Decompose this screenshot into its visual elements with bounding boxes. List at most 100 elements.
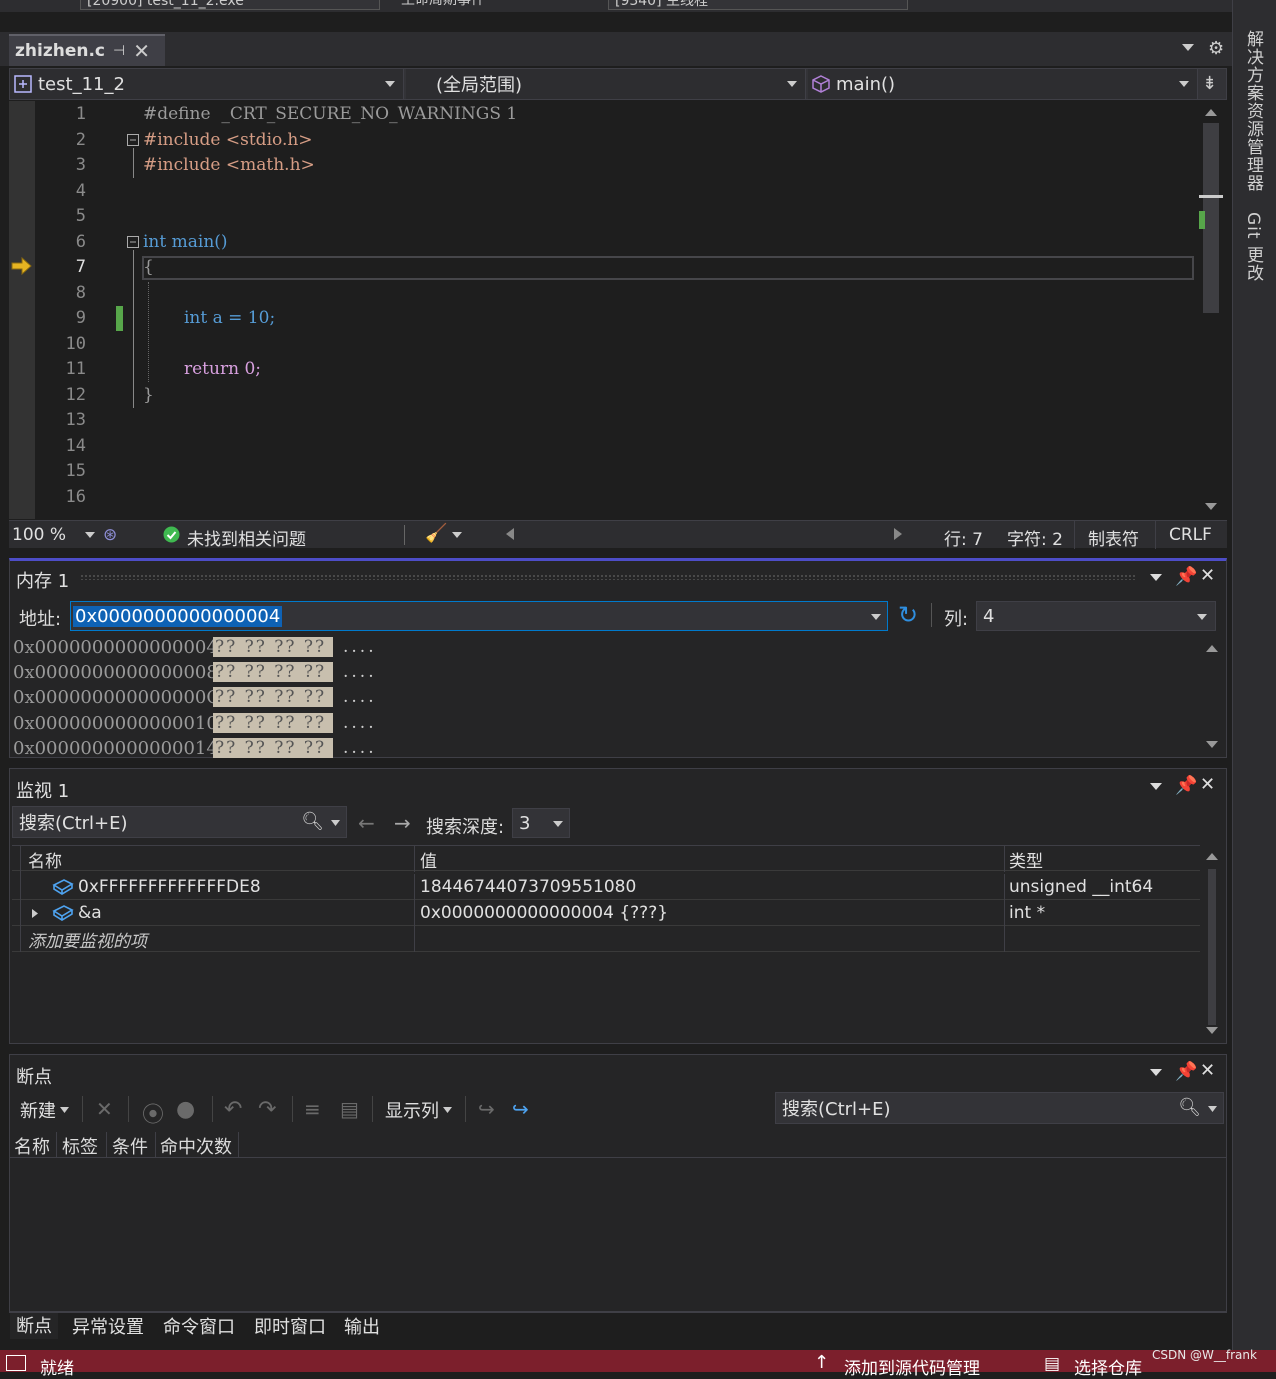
editor-tab[interactable]: zhizhen.c ⊣ ✕ [9, 34, 165, 66]
code-line-9[interactable]: int a = 10; [184, 308, 275, 328]
code-line-12[interactable]: } [143, 385, 154, 405]
back-arrow-icon[interactable]: ← [358, 811, 375, 835]
column-value-header[interactable]: 值 [420, 846, 437, 872]
address-input[interactable]: 0x0000000000000004 [70, 601, 888, 631]
memory-bytes[interactable]: ?? ?? ?? ?? [213, 662, 333, 682]
go-to-disassembly-icon[interactable]: ↪ [512, 1097, 529, 1121]
export-icon[interactable]: ≡ [304, 1097, 321, 1121]
close-icon[interactable]: ✕ [1200, 774, 1215, 795]
pin-icon[interactable]: 📌 [1175, 775, 1197, 796]
issues-status[interactable]: 未找到相关问题 [187, 525, 306, 550]
select-repo-button[interactable]: 选择仓库 [1074, 1354, 1142, 1379]
tab-output[interactable]: 输出 [338, 1313, 386, 1339]
window-menu-icon[interactable] [1150, 783, 1162, 791]
watch-name[interactable]: 0xFFFFFFFFFFFFFDE8 [78, 874, 261, 900]
intellicode-icon[interactable]: ⊛ [103, 525, 117, 545]
bp-column-condition[interactable]: 条件 [112, 1133, 148, 1159]
watch-value[interactable]: 0x0000000000000004 {???} [420, 900, 668, 926]
tab-exception-settings[interactable]: 异常设置 [66, 1313, 150, 1339]
memory-bytes[interactable]: ?? ?? ?? ?? [213, 738, 333, 758]
memory-row[interactable]: 0x0000000000000004 ?? ?? ?? ?? .... [13, 635, 377, 659]
watch-search-input[interactable]: 搜索(Ctrl+E) 🔍︎ [12, 806, 347, 838]
watch-name[interactable]: &a [78, 900, 102, 926]
pin-icon[interactable]: ⊣ [113, 43, 125, 59]
code-line-2[interactable]: #include <stdio.h> [143, 130, 313, 150]
show-columns-dropdown[interactable]: 显示列 [385, 1097, 452, 1123]
refresh-icon[interactable]: ↻ [898, 601, 918, 629]
horizontal-scrollbar[interactable] [521, 525, 891, 545]
add-watch-hint[interactable]: 添加要监视的项 [28, 926, 147, 952]
scope-dropdown[interactable]: (全局范围) [406, 69, 806, 99]
code-line-3[interactable]: #include <math.h> [143, 155, 315, 175]
git-changes-tab[interactable]: Git 更改 [1241, 212, 1266, 282]
memory-bytes[interactable]: ?? ?? ?? ?? [213, 637, 333, 657]
forward-arrow-icon[interactable]: → [394, 811, 411, 835]
watch-scrollbar-thumb[interactable] [1208, 869, 1216, 1025]
char-indicator[interactable]: 字符: 2 [1007, 525, 1063, 550]
add-watch-row[interactable]: 添加要监视的项 [12, 926, 1200, 952]
glyph-margin[interactable] [9, 101, 35, 519]
memory-row[interactable]: 0x0000000000000014 ?? ?? ?? ?? .... [13, 736, 377, 760]
scroll-down-icon[interactable] [1206, 1027, 1218, 1035]
new-breakpoint-dropdown[interactable]: 新建 [20, 1097, 69, 1123]
redo-icon[interactable]: ↷ [258, 1097, 276, 1122]
indent-mode[interactable]: 制表符 [1088, 525, 1139, 550]
memory-row[interactable]: 0x0000000000000010 ?? ?? ?? ?? .... [13, 711, 377, 735]
zoom-dropdown[interactable]: 100 % [12, 525, 66, 545]
tab-list-dropdown-icon[interactable] [1182, 44, 1194, 52]
code-line-1[interactable]: #define _CRT_SECURE_NO_WARNINGS 1 [143, 104, 517, 124]
bp-column-label[interactable]: 标签 [62, 1133, 98, 1159]
scroll-up-icon[interactable] [1206, 645, 1218, 653]
project-dropdown[interactable]: test_11_2 [10, 69, 404, 99]
memory-row[interactable]: 0x0000000000000008 ?? ?? ?? ?? .... [13, 660, 377, 684]
tab-breakpoints[interactable]: 断点 [10, 1313, 58, 1339]
watch-value[interactable]: 18446744073709551080 [420, 874, 636, 900]
close-icon[interactable]: ✕ [1200, 1060, 1215, 1081]
pin-icon[interactable]: 📌 [1175, 566, 1197, 587]
code-line-7[interactable]: { [143, 257, 154, 277]
go-to-source-icon[interactable]: ↪ [478, 1097, 495, 1121]
scroll-down-icon[interactable] [1206, 741, 1218, 749]
close-icon[interactable]: ✕ [133, 39, 150, 63]
delete-icon[interactable]: ✕ [96, 1097, 113, 1121]
scroll-up-icon[interactable] [1206, 853, 1218, 861]
watch-row[interactable]: 0xFFFFFFFFFFFFFDE8 18446744073709551080 … [12, 874, 1200, 900]
breakpoints-search-input[interactable]: 搜索(Ctrl+E) 🔍︎ [775, 1092, 1224, 1124]
memory-bytes[interactable]: ?? ?? ?? ?? [213, 713, 333, 733]
add-source-control-button[interactable]: 添加到源代码管理 [844, 1354, 980, 1379]
pin-icon[interactable]: 📌 [1175, 1061, 1197, 1082]
column-name-header[interactable]: 名称 [28, 846, 62, 872]
code-line-6[interactable]: int main() [143, 232, 228, 252]
watch-row[interactable]: &a 0x0000000000000004 {???} int * [12, 900, 1200, 926]
import-icon[interactable]: ▤ [340, 1097, 359, 1121]
editor-vertical-scrollbar[interactable] [1199, 101, 1223, 519]
column-type-header[interactable]: 类型 [1009, 846, 1043, 872]
thread-dropdown[interactable]: [9340] 主线程 [608, 0, 908, 10]
gear-icon[interactable]: ⚙ [1208, 38, 1224, 59]
toggle-breakpoints-icon[interactable]: ● [176, 1097, 195, 1122]
solution-explorer-tab[interactable]: 解决方案资源管理器 [1241, 30, 1266, 192]
function-dropdown[interactable]: main() [808, 69, 1198, 99]
delete-all-breakpoints-icon[interactable]: ⦿ [142, 1097, 164, 1129]
window-menu-icon[interactable] [1150, 574, 1162, 582]
close-icon[interactable]: ✕ [1200, 565, 1215, 586]
window-menu-icon[interactable] [1150, 1069, 1162, 1077]
search-depth-dropdown[interactable]: 3 [512, 808, 570, 838]
tab-immediate-window[interactable]: 即时窗口 [248, 1313, 332, 1339]
undo-icon[interactable]: ↶ [224, 1097, 242, 1122]
bp-column-hitcount[interactable]: 命中次数 [160, 1133, 232, 1159]
collapse-icon[interactable] [127, 236, 139, 248]
code-line-11[interactable]: return 0; [184, 359, 261, 379]
line-indicator[interactable]: 行: 7 [944, 525, 983, 550]
split-editor-icon[interactable]: ⇟ [1202, 73, 1217, 94]
bp-column-name[interactable]: 名称 [14, 1133, 50, 1159]
line-ending[interactable]: CRLF [1169, 525, 1212, 545]
columns-dropdown[interactable]: 4 [976, 601, 1216, 631]
lifecycle-events-button[interactable]: 生命周期事件 [395, 0, 535, 10]
search-icon[interactable]: 🔍︎ [1178, 1097, 1201, 1118]
cleanup-broom-icon[interactable]: 🧹 [425, 523, 447, 544]
tab-command-window[interactable]: 命令窗口 [157, 1313, 241, 1339]
search-icon[interactable]: 🔍︎ [301, 811, 324, 832]
collapse-icon[interactable] [127, 134, 139, 146]
memory-row[interactable]: 0x000000000000000C ?? ?? ?? ?? .... [13, 685, 377, 709]
